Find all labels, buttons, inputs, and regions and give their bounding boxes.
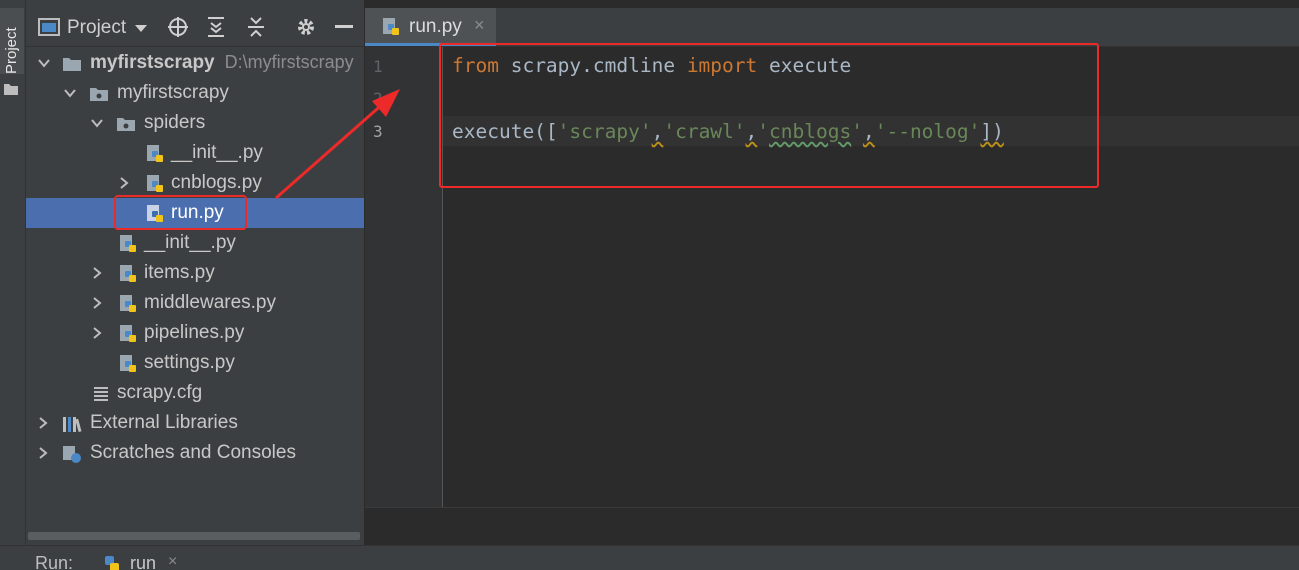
minimize-icon[interactable] xyxy=(335,25,353,29)
tree-item-scratches[interactable]: Scratches and Consoles xyxy=(26,438,364,468)
project-panel-title[interactable]: Project xyxy=(67,17,126,39)
chevron-down-icon[interactable] xyxy=(134,24,148,34)
line-number: 1 xyxy=(373,57,383,76)
python-file-icon xyxy=(120,235,136,252)
chevron-right-icon[interactable] xyxy=(90,266,104,280)
tree-item-label: myfirstscrapy D:\myfirstscrapy xyxy=(90,52,354,73)
run-label: Run: xyxy=(35,553,74,570)
tree-item-label: settings.py xyxy=(144,352,235,373)
locate-icon[interactable] xyxy=(167,16,189,38)
expand-all-icon[interactable] xyxy=(206,16,226,38)
tree-item-external-libraries[interactable]: External Libraries xyxy=(26,408,364,438)
tree-item-file[interactable]: settings.py xyxy=(26,348,364,378)
line-number: 3 xyxy=(373,122,383,141)
project-tool-tab-label: Project xyxy=(3,27,20,74)
python-file-icon xyxy=(120,325,136,342)
tree-item-file[interactable]: cnblogs.py xyxy=(26,168,364,198)
chevron-down-icon[interactable] xyxy=(63,86,77,100)
library-icon xyxy=(63,417,82,433)
tree-item-label: scrapy.cfg xyxy=(117,382,203,403)
tree-item-label: spiders xyxy=(144,112,206,133)
tree-item-project-root[interactable]: myfirstscrapy D:\myfirstscrapy xyxy=(26,48,364,78)
python-icon xyxy=(105,556,119,570)
chevron-down-icon[interactable] xyxy=(37,56,51,70)
tree-item-file[interactable]: pipelines.py xyxy=(26,318,364,348)
tree-item-label: pipelines.py xyxy=(144,322,245,343)
tree-item-label: __init__.py xyxy=(171,142,263,163)
annotation-highlight-file xyxy=(114,195,247,230)
chevron-right-icon[interactable] xyxy=(36,446,50,460)
project-panel-header: Project xyxy=(26,8,364,47)
tree-item-file[interactable]: middlewares.py xyxy=(26,288,364,318)
gear-icon[interactable] xyxy=(296,17,316,37)
python-file-icon xyxy=(147,145,163,162)
close-icon[interactable]: × xyxy=(474,15,485,36)
tool-window-stripe: Project xyxy=(0,0,26,545)
tree-item-label: __init__.py xyxy=(144,232,236,253)
tree-item-label: myfirstscrapy xyxy=(117,82,229,103)
tree-item-package[interactable]: myfirstscrapy xyxy=(26,78,364,108)
folder-icon xyxy=(4,84,18,95)
folder-icon xyxy=(63,58,81,71)
project-view-icon xyxy=(38,18,60,36)
project-panel: Project myfirstscrapy D:\myfirstscrapy m… xyxy=(26,0,364,545)
tree-item-file[interactable]: items.py xyxy=(26,258,364,288)
tree-item-label: cnblogs.py xyxy=(171,172,262,193)
tree-item-path: D:\myfirstscrapy xyxy=(224,52,354,72)
python-file-icon xyxy=(120,265,136,282)
chevron-right-icon[interactable] xyxy=(36,416,50,430)
tree-item-file[interactable]: scrapy.cfg xyxy=(26,378,364,408)
tab-run-py[interactable]: run.py × xyxy=(365,8,496,46)
editor-tab-bar: run.py × xyxy=(365,8,1299,47)
line-number-gutter: 1 2 3 xyxy=(365,47,443,507)
tree-item-label: Scratches and Consoles xyxy=(90,442,296,463)
editor-footer xyxy=(365,507,1299,546)
annotation-highlight-code xyxy=(439,43,1099,188)
chevron-down-icon[interactable] xyxy=(90,116,104,130)
tree-item-label: External Libraries xyxy=(90,412,238,433)
horizontal-scrollbar[interactable] xyxy=(28,532,360,540)
collapse-all-icon[interactable] xyxy=(246,16,266,38)
close-icon[interactable]: × xyxy=(168,553,177,570)
python-file-icon xyxy=(120,295,136,312)
tree-item-label: items.py xyxy=(144,262,215,283)
chevron-right-icon[interactable] xyxy=(90,296,104,310)
tree-item-file[interactable]: __init__.py xyxy=(26,138,364,168)
package-folder-icon xyxy=(90,88,108,101)
config-file-icon xyxy=(94,387,108,401)
chevron-right-icon[interactable] xyxy=(90,326,104,340)
run-tab-label: run xyxy=(130,553,157,570)
python-file-icon xyxy=(383,18,399,35)
package-folder-icon xyxy=(117,118,135,131)
python-file-icon xyxy=(120,355,136,372)
project-tool-tab[interactable]: Project xyxy=(0,8,24,74)
ide-window: Project Project myfirstscrapy D:\myfirst… xyxy=(0,0,1299,570)
tab-label: run.py xyxy=(409,16,462,37)
tree-item-spiders[interactable]: spiders xyxy=(26,108,364,138)
chevron-right-icon[interactable] xyxy=(117,176,131,190)
scratches-icon xyxy=(63,446,81,463)
line-number: 2 xyxy=(373,89,383,108)
tree-item-file[interactable]: __init__.py xyxy=(26,228,364,258)
run-tool-bar: Run: run × xyxy=(0,545,1299,570)
python-file-icon xyxy=(147,175,163,192)
tree-item-label: middlewares.py xyxy=(144,292,276,313)
run-tab[interactable]: run × xyxy=(98,550,188,570)
